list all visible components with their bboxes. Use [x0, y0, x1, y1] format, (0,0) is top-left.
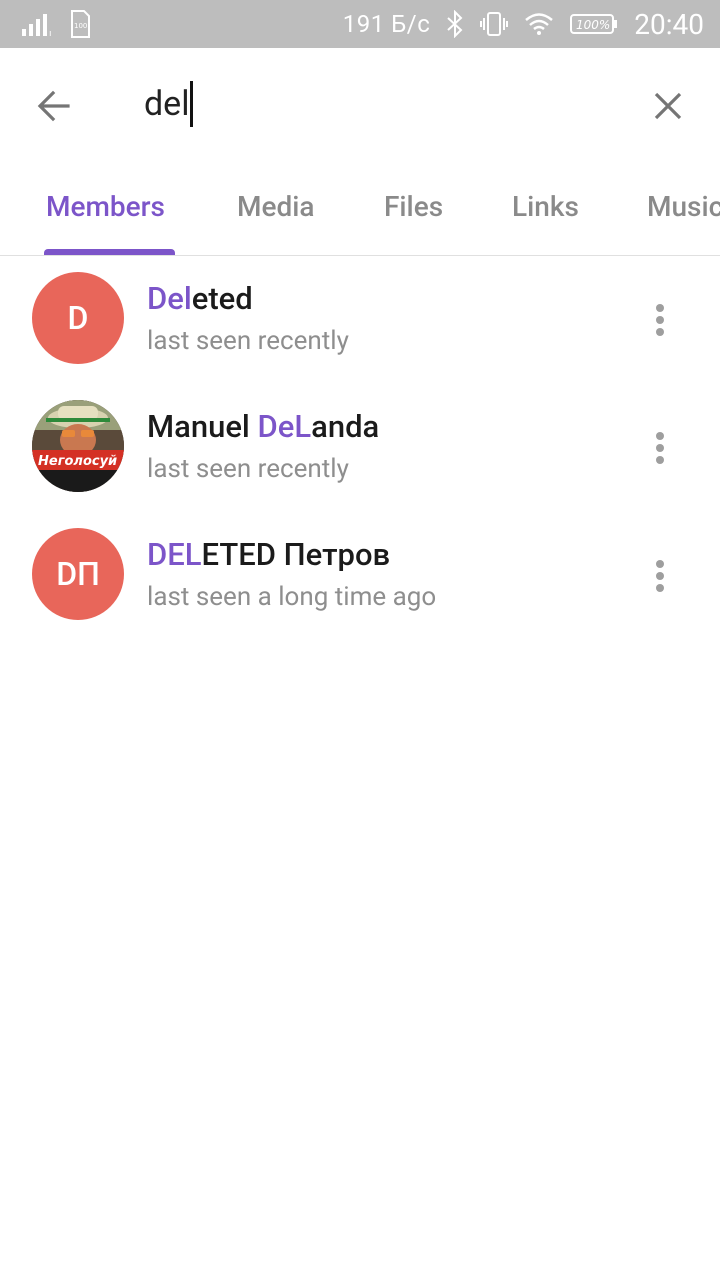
tab-files[interactable]: Files: [384, 190, 443, 223]
last-seen-status: last seen recently: [147, 454, 349, 484]
member-name: Manuel DeLanda: [147, 408, 380, 445]
last-seen-status: last seen recently: [147, 326, 349, 356]
clear-search-button[interactable]: [640, 78, 696, 134]
tab-music[interactable]: Music: [647, 190, 720, 223]
more-vert-icon: [656, 432, 664, 464]
name-match-highlight: Del: [147, 280, 192, 317]
bluetooth-icon: [446, 10, 464, 38]
text-cursor: [190, 81, 194, 127]
sim-card-icon: 100: [70, 10, 90, 38]
more-vert-icon: [656, 304, 664, 336]
svg-text:100: 100: [74, 22, 87, 30]
avatar: Неголосуй: [32, 400, 124, 492]
battery-icon: 100%: [570, 12, 618, 36]
avatar: DП: [32, 528, 124, 620]
member-name: DELETED Петров: [147, 536, 391, 573]
list-item[interactable]: DП DELETED Петров last seen a long time …: [0, 512, 720, 640]
vibrate-icon: [480, 10, 509, 38]
arrow-back-icon: [37, 90, 70, 122]
more-vert-icon: [656, 560, 664, 592]
members-list: D Deleted last seen recently Неголосуй M…: [0, 256, 720, 640]
svg-text:Неголосуй: Неголосуй: [38, 454, 117, 469]
search-query: del: [144, 84, 190, 124]
name-match-highlight: DeL: [257, 408, 312, 445]
network-speed: 191 Б/с: [342, 10, 431, 38]
tab-members[interactable]: Members: [46, 190, 165, 223]
tab-media[interactable]: Media: [237, 190, 315, 223]
active-tab-indicator: [44, 249, 175, 255]
last-seen-status: last seen a long time ago: [147, 582, 437, 612]
name-match-highlight: DEL: [147, 536, 202, 573]
more-options-button[interactable]: [644, 552, 676, 600]
close-icon: [654, 92, 682, 120]
svg-text:ı: ı: [49, 29, 52, 36]
avatar: D: [32, 272, 124, 364]
search-header: del: [0, 48, 720, 160]
search-input[interactable]: del: [144, 72, 194, 136]
status-bar: ı 100 191 Б/с 100% 20:40: [0, 0, 720, 48]
signal-icon: ı: [22, 12, 54, 36]
svg-text:100%: 100%: [576, 18, 610, 32]
list-item[interactable]: D Deleted last seen recently: [0, 256, 720, 384]
clock-time: 20:40: [634, 7, 704, 41]
wifi-icon: [524, 12, 554, 36]
back-button[interactable]: [26, 78, 82, 134]
tab-bar: Members Media Files Links Music: [0, 160, 720, 256]
profile-photo: Неголосуй: [32, 400, 124, 492]
member-name: Deleted: [147, 280, 253, 317]
list-item[interactable]: Неголосуй Manuel DeLanda last seen recen…: [0, 384, 720, 512]
more-options-button[interactable]: [644, 424, 676, 472]
more-options-button[interactable]: [644, 296, 676, 344]
tab-links[interactable]: Links: [512, 190, 579, 223]
